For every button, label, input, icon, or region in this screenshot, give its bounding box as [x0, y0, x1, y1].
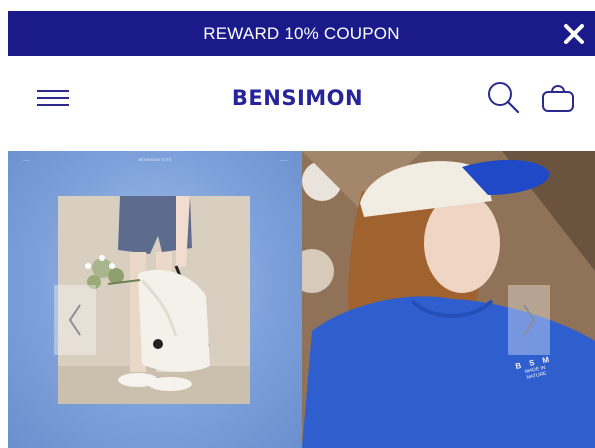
promo-text[interactable]: REWARD 10% COUPON — [203, 24, 399, 44]
promo-banner[interactable]: REWARD 10% COUPON — [8, 11, 595, 56]
site-header: BENSIMON — [0, 56, 595, 151]
cart-button[interactable] — [540, 81, 576, 113]
search-icon — [488, 82, 520, 114]
slide-caption-right: —— — [280, 157, 288, 162]
slide-caption-center: BENSIMON TOTE — [138, 157, 172, 162]
slide-model-image[interactable] — [302, 151, 595, 448]
chevron-right-icon — [523, 304, 536, 336]
search-button[interactable] — [486, 80, 520, 114]
close-icon — [564, 23, 584, 44]
shopping-bag-icon — [542, 85, 574, 112]
chevron-left-icon — [68, 304, 81, 336]
carousel-prev-button[interactable] — [54, 285, 96, 355]
slide-tote-image[interactable]: —— BENSIMON TOTE —— — [8, 151, 302, 448]
carousel-next-button[interactable] — [508, 285, 550, 355]
close-button[interactable] — [557, 11, 591, 56]
model-photo-illustration — [302, 151, 595, 448]
hero-carousel[interactable]: —— BENSIMON TOTE —— — [8, 151, 595, 448]
